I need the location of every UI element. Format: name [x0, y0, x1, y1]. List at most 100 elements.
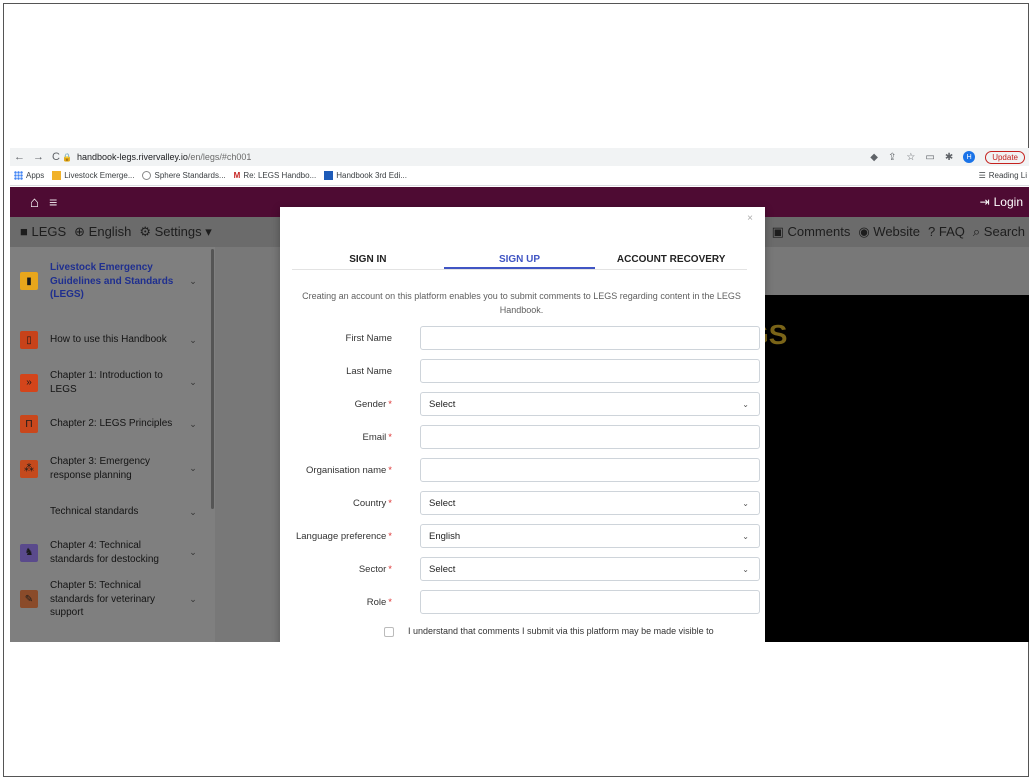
faq-link[interactable]: ? FAQ	[928, 224, 965, 240]
chevron-down-icon: ⌄	[742, 399, 749, 409]
country-row: Country * Select ⌄	[294, 491, 760, 515]
legs-icon: ▮	[20, 272, 38, 291]
organisation-name-row: Organisation name *	[294, 458, 760, 482]
sector-select[interactable]: Select ⌄	[420, 557, 760, 581]
sidebar-item-chapter-4[interactable]: ♞ Chapter 4: Technical standards for des…	[20, 539, 200, 566]
required-mark: *	[388, 563, 392, 575]
search-link[interactable]: ⌕ Search	[973, 224, 1025, 240]
gender-label: Gender *	[354, 398, 392, 410]
folder-icon	[52, 171, 62, 180]
url-host: handbook-legs.rivervalley.io	[76, 152, 188, 162]
organisation-name-input[interactable]	[420, 458, 760, 482]
country-select[interactable]: Select ⌄	[420, 491, 760, 515]
handbook-cover: GS	[735, 295, 1029, 642]
login-button[interactable]: ⇥ Login	[980, 195, 1029, 209]
bookmark-gmail[interactable]: M Re: LEGS Handbo...	[234, 171, 317, 180]
lock-icon[interactable]: 🔒	[62, 153, 72, 162]
first-name-row: First Name	[294, 326, 760, 350]
profile-avatar[interactable]: H	[963, 151, 976, 163]
language-preference-select[interactable]: English ⌄	[420, 524, 760, 548]
consent-row: I understand that comments I submit via …	[384, 625, 744, 639]
chevron-down-icon[interactable]: ⌄	[186, 377, 200, 388]
sidebar-item-chapter-3[interactable]: ⁂ Chapter 3: Emergency response planning…	[20, 455, 200, 482]
website-link[interactable]: ◉ Website	[858, 224, 920, 240]
sidebar-item-technical-standards[interactable]: Technical standards ⌄	[20, 503, 200, 521]
role-row: Role *	[294, 590, 760, 614]
chevron-down-icon[interactable]: ⌄	[186, 335, 200, 346]
tab-account-recovery[interactable]: ACCOUNT RECOVERY	[595, 244, 747, 269]
email-label: Email *	[362, 431, 392, 443]
update-button[interactable]: Update	[985, 150, 1025, 164]
sidebar-item-how-to-use[interactable]: ▯ How to use this Handbook ⌄	[20, 331, 200, 349]
chevron-down-icon[interactable]: ⌄	[186, 419, 200, 430]
last-name-input[interactable]	[420, 359, 760, 383]
role-input[interactable]	[420, 590, 760, 614]
email-row: Email *	[294, 425, 760, 449]
address-bar: ← → C 🔒 handbook-legs.rivervalley.io/en/…	[10, 148, 1029, 166]
home-icon[interactable]: ⌂	[30, 194, 39, 211]
language-menu[interactable]: ⊕ English	[74, 224, 131, 240]
sidebar-item-chapter-1[interactable]: » Chapter 1: Introduction to LEGS ⌄	[20, 369, 200, 396]
chevron-down-icon: ⌄	[742, 564, 749, 574]
browser-actions: ◆ ⇪ ☆ ▭ ✱ H Update	[870, 150, 1029, 164]
language-preference-label: Language preference *	[295, 530, 392, 542]
gender-select[interactable]: Select ⌄	[420, 392, 760, 416]
language-preference-row: Language preference * English ⌄	[294, 524, 760, 548]
gender-row: Gender * Select ⌄	[294, 392, 760, 416]
share-icon[interactable]: ⇪	[888, 152, 896, 163]
syringe-icon: ✎	[20, 590, 38, 609]
nav-buttons: ← → C	[10, 151, 62, 163]
star-icon[interactable]: ☆	[906, 152, 915, 163]
bookmark-apps[interactable]: Apps	[14, 171, 44, 180]
email-input[interactable]	[420, 425, 760, 449]
book-icon: ▯	[20, 331, 38, 349]
url-field[interactable]: handbook-legs.rivervalley.io/en/legs/#ch…	[77, 152, 870, 162]
required-mark: *	[388, 530, 392, 542]
chevron-down-icon: ⌄	[742, 531, 749, 541]
sidebar-item-chapter-2[interactable]: Π Chapter 2: LEGS Principles ⌄	[20, 415, 200, 433]
sidebar-item-chapter-5[interactable]: ✎ Chapter 5: Technical standards for vet…	[20, 579, 200, 620]
reading-list-icon: ☰	[978, 171, 986, 180]
bookmark-livestock[interactable]: Livestock Emerge...	[52, 171, 134, 180]
consent-checkbox[interactable]	[384, 627, 394, 637]
bookmark-handbook[interactable]: Handbook 3rd Edi...	[324, 171, 407, 180]
sidebar: ▮ Livestock Emergency Guidelines and Sta…	[10, 247, 215, 642]
livestock-icon: ♞	[20, 543, 38, 562]
puzzle-icon[interactable]: ✱	[945, 152, 953, 163]
tab-sign-in[interactable]: SIGN IN	[292, 244, 444, 269]
required-mark: *	[388, 431, 392, 443]
blank-icon	[20, 503, 38, 521]
chevron-down-icon[interactable]: ⌄	[186, 463, 200, 474]
chevron-down-icon[interactable]: ⌄	[186, 507, 200, 518]
first-name-input[interactable]	[420, 326, 760, 350]
back-icon[interactable]: ←	[14, 151, 25, 163]
required-mark: *	[388, 596, 392, 608]
bookmark-sphere[interactable]: Sphere Standards...	[142, 171, 226, 180]
required-mark: *	[388, 398, 392, 410]
organisation-name-label: Organisation name *	[306, 464, 392, 476]
sidebar-item-legs[interactable]: ▮ Livestock Emergency Guidelines and Sta…	[20, 261, 200, 302]
settings-menu[interactable]: ⚙ Settings ▾	[139, 224, 211, 240]
tab-icon[interactable]: ▭	[925, 152, 934, 163]
reload-icon[interactable]: C	[52, 151, 60, 163]
signup-intro: Creating an account on this platform ena…	[302, 291, 741, 315]
chevron-down-icon[interactable]: ⌄	[186, 547, 200, 558]
forward-icon[interactable]: →	[33, 151, 44, 163]
reading-list[interactable]: ☰ Reading Li	[979, 171, 1029, 180]
menu-icon[interactable]: ≡	[49, 194, 57, 210]
people-icon: ⁂	[20, 459, 38, 478]
role-label: Role *	[366, 596, 392, 608]
legs-menu[interactable]: ■ LEGS	[20, 224, 66, 240]
sidebar-scrollbar[interactable]	[211, 249, 214, 509]
comments-link[interactable]: ▣ Comments	[772, 224, 851, 240]
extension-icon[interactable]: ◆	[870, 152, 878, 163]
last-name-row: Last Name	[294, 359, 760, 383]
chevron-down-icon[interactable]: ⌄	[186, 276, 200, 287]
tab-sign-up[interactable]: SIGN UP	[443, 244, 596, 269]
close-icon[interactable]: ×	[747, 213, 753, 224]
chevron-down-icon: ⌄	[742, 498, 749, 508]
chevron-down-icon[interactable]: ⌄	[186, 594, 200, 605]
sector-label: Sector *	[358, 563, 392, 575]
handbook-icon	[324, 171, 334, 180]
auth-modal: × SIGN IN SIGN UP ACCOUNT RECOVERY Creat…	[280, 207, 765, 642]
